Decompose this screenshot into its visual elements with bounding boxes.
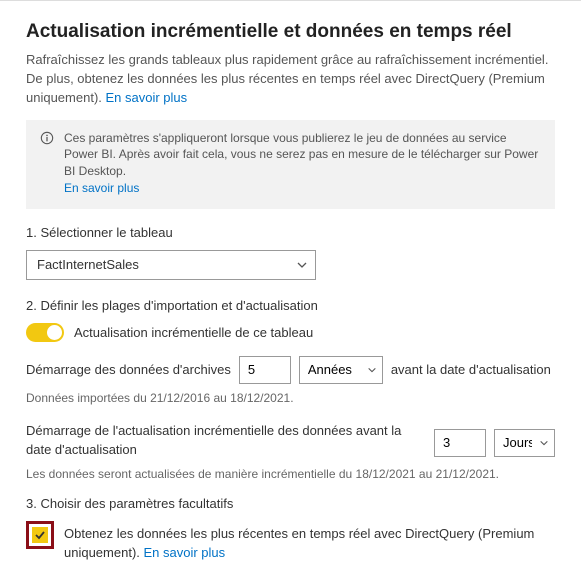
refresh-start-label: Démarrage de l'actualisation incrémentie… — [26, 421, 426, 460]
incremental-refresh-toggle[interactable] — [26, 323, 64, 342]
refresh-amount-input[interactable] — [434, 429, 486, 457]
table-select-value[interactable] — [26, 250, 316, 280]
realtime-checkbox[interactable] — [32, 527, 48, 543]
archive-start-label: Démarrage des données d'archives — [26, 362, 231, 377]
info-icon — [40, 130, 54, 150]
info-banner: Ces paramètres s'appliqueront lorsque vo… — [26, 120, 555, 209]
info-text: Ces paramètres s'appliqueront lorsque vo… — [64, 130, 541, 197]
page-title: Actualisation incrémentielle et données … — [26, 21, 555, 43]
info-learn-more-link[interactable]: En savoir plus — [64, 181, 139, 195]
intro-body: Rafraîchissez les grands tableaux plus r… — [26, 52, 548, 105]
archive-unit-value[interactable] — [299, 356, 383, 384]
section-2-label: 2. Définir les plages d'importation et d… — [26, 298, 555, 313]
realtime-label-text: Obtenez les données les plus récentes en… — [64, 526, 534, 560]
archive-suffix: avant la date d'actualisation — [391, 362, 551, 377]
highlight-box — [26, 521, 54, 549]
realtime-learn-more-link[interactable]: En savoir plus — [144, 545, 226, 560]
archive-unit-select[interactable] — [299, 356, 383, 384]
archive-range-note: Données importées du 21/12/2016 au 18/12… — [26, 390, 555, 407]
refresh-unit-value[interactable] — [494, 429, 555, 457]
intro-learn-more-link[interactable]: En savoir plus — [106, 90, 188, 105]
refresh-range-note: Les données seront actualisées de manièr… — [26, 466, 555, 483]
toggle-label: Actualisation incrémentielle de ce table… — [74, 325, 313, 340]
table-select[interactable] — [26, 250, 316, 280]
section-1-label: 1. Sélectionner le tableau — [26, 225, 555, 240]
archive-amount-input[interactable] — [239, 356, 291, 384]
refresh-unit-select[interactable] — [494, 429, 555, 457]
intro-text: Rafraîchissez les grands tableaux plus r… — [26, 51, 555, 108]
realtime-label: Obtenez les données les plus récentes en… — [64, 521, 555, 563]
info-body: Ces paramètres s'appliqueront lorsque vo… — [64, 131, 538, 179]
section-3-label: 3. Choisir des paramètres facultatifs — [26, 496, 555, 511]
